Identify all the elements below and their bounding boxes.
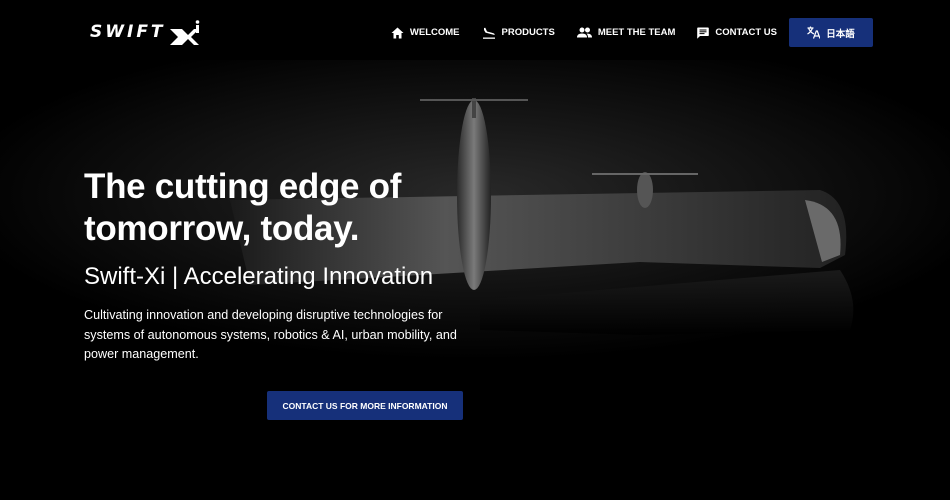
hero-background — [0, 0, 950, 500]
logo-x-icon — [169, 20, 199, 45]
language-label: 日本語 — [826, 28, 855, 40]
chat-icon — [697, 27, 710, 39]
nav-item-welcome[interactable]: WELCOME — [391, 27, 460, 39]
nav-item-contact-us[interactable]: CONTACT US — [697, 27, 777, 39]
contact-cta-button[interactable]: CONTACT US FOR MORE INFORMATION — [267, 391, 463, 420]
translate-icon — [807, 26, 821, 39]
logo-text: SWIFT — [90, 22, 166, 42]
nav-label-meet-the-team: MEET THE TEAM — [597, 27, 676, 38]
nav-label-welcome: WELCOME — [409, 27, 460, 38]
contact-cta-label: CONTACT US FOR MORE INFORMATION — [282, 400, 448, 411]
home-icon — [391, 27, 404, 38]
top-navigation: SWIFT WELCOME PRODUCTS MEET THE TEAM CON… — [0, 0, 950, 64]
people-icon — [576, 27, 592, 38]
flight-land-icon — [482, 27, 495, 39]
language-button[interactable]: 日本語 — [789, 18, 873, 47]
hero-description: Cultivating innovation and developing di… — [84, 308, 457, 361]
hero-headline: The cutting edge of tomorrow, today. — [84, 167, 402, 248]
drone-image — [0, 60, 950, 360]
nav-label-products: PRODUCTS — [501, 27, 555, 38]
nav-item-products[interactable]: PRODUCTS — [482, 27, 555, 39]
main-menu: WELCOME PRODUCTS MEET THE TEAM CONTACT U… — [391, 18, 873, 47]
hero-subheading: Swift-Xi | Accelerating Innovation — [84, 263, 434, 290]
logo-mark — [168, 19, 202, 45]
nav-item-meet-the-team[interactable]: MEET THE TEAM — [576, 27, 676, 38]
nav-label-contact-us: CONTACT US — [715, 27, 777, 38]
swift-xi-logo[interactable]: SWIFT — [90, 19, 202, 45]
